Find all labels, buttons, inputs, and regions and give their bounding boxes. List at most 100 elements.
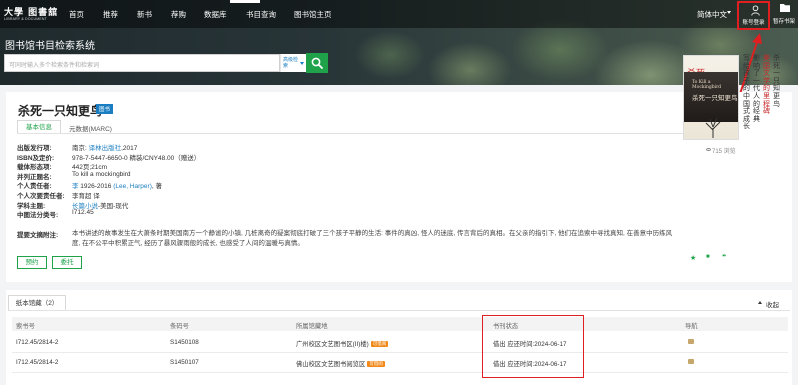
advanced-search-label: 高级检索 [283,57,299,69]
field-label: ISBN及定价: [17,154,55,162]
field-label: 个人责任者: [17,183,52,191]
book-title: 杀死一只知更鸟 [18,104,103,118]
field-value: 李育超 译 [72,190,100,200]
table-row[interactable]: I712.45/2814-2 S1450108 广州校区文艺图书区(II)楼) 可… [12,333,788,353]
field-row: 个人责任者: 李 1926-2016 (Lee, Harper), 著 [17,180,677,190]
top-nav-bar: 大學 图書舘 LIBRARY & DOCUMENT 首页 推荐 新书 荐购 数据… [0,0,798,30]
map-navigation-icon[interactable] [688,339,694,344]
col-location: 所属馆藏地 [296,323,328,330]
nav-library-home[interactable]: 图书馆主页 [294,9,332,20]
quote-icon[interactable]: ❝ [722,253,726,261]
search-icon [311,57,323,69]
chevron-up-icon [758,301,762,304]
field-label: 载体形态项: [17,164,52,172]
field-value: 978-7-5447-6650-0 精装/CNY48.00（赠送） [72,152,200,162]
reserve-button[interactable]: 预约 [17,256,47,269]
summary-text: 本书讲述的故事发生在大萧条时期美国南方一个静谧的小镇, 几桩离奇的疑案彻底打破了… [72,230,673,247]
holdings-table-header: 索书号 条码号 所属馆藏地 书刊状态 导航 [12,317,788,331]
library-logo-subtitle: LIBRARY & DOCUMENT [4,17,47,21]
login-button[interactable]: 账号登录 [737,1,770,30]
field-row: 个人次要责任者: 李育超 译 [17,190,677,200]
nav-home[interactable]: 首页 [69,9,84,20]
summary-label: 提要文摘附注: [17,232,59,239]
field-text: To kill a mockingbird [72,170,131,178]
holdings-card: 纸本馆藏（2） 收起 索书号 条码号 所属馆藏地 书刊状态 导航 I712.45… [6,290,792,385]
call-number: I712.45/2814-2 [16,339,59,346]
header-banner: 大學 图書舘 LIBRARY & DOCUMENT 首页 推荐 新书 荐购 数据… [0,0,798,85]
barcode: S1450107 [170,359,199,366]
cover-title-cn: 杀死一只知更鸟 [692,95,738,102]
field-value: 李 1926-2016 (Lee, Harper), 著 [72,180,162,190]
field-value: 南京: 译林出版社,2017 [72,142,137,152]
view-count: 715 浏览 [712,149,736,155]
temp-shelf-label[interactable]: 暂存书架 [773,17,795,25]
field-row: 出版发行项: 南京: 译林出版社,2017 [17,142,677,152]
spine-line: 杀死一只知更鸟 [773,55,780,108]
book-fields: 出版发行项: 南京: 译林出版社,2017 ISBN及定价: 978-7-5447-6… [17,142,677,219]
location: 佛山校区文艺图书阅览区 [296,361,366,368]
location-cell: 佛山校区文艺图书阅览区 可借阅 [296,359,385,368]
field-value: 长篇小说-美国-现代 [72,200,128,210]
nav-active-indicator [230,0,260,3]
field-label: 学科主题: [17,202,46,210]
chevron-down-icon [727,11,731,14]
location: 广州校区文艺图书区(II)楼) [296,341,369,348]
field-row: 中图法分类号: I712.45 [17,209,677,219]
star-icon[interactable]: ★ [690,254,696,262]
field-row: 并列正题名: To kill a mockingbird [17,171,677,181]
field-row: 载体形态项: 442页;21cm [17,161,677,171]
holdings-divider [8,310,790,311]
field-label: 个人次要责任者: [17,192,65,200]
col-call-number: 索书号 [16,323,35,330]
spine-line: 写给孩子的中国式成长 [743,55,750,131]
search-placeholder: 可同时输入多个检索条件和检索词 [9,63,100,69]
tab-print-holdings[interactable]: 纸本馆藏（2） [8,295,66,311]
field-row: 学科主题: 长篇小说-美国-现代 [17,200,677,210]
lendable-badge: 可借阅 [370,341,389,347]
field-value: I712.45 [72,209,94,216]
tree-illustration-icon [705,117,721,138]
search-input[interactable]: 可同时输入多个检索条件和检索词 [4,54,280,72]
user-icon [751,5,760,16]
system-title: 图书馆书目检索系统 [5,41,95,52]
type-badge: 图书 [96,104,114,114]
summary-field: 提要文摘附注: 本书讲述的故事发生在大萧条时期美国南方一个静谧的小镇, 几桩离奇… [17,229,677,249]
language-select[interactable]: 简体中文 [697,9,727,20]
nav-databases[interactable]: 数据库 [204,9,227,20]
map-navigation-icon[interactable] [688,359,694,364]
field-value: 442页;21cm [72,161,107,171]
col-barcode: 条码号 [170,323,189,330]
tab-divider [17,133,685,134]
barcode: S1450108 [170,339,199,346]
location-cell: 广州校区文艺图书区(II)楼) 可借阅 [296,339,389,348]
nav-purchase-request[interactable]: 荐购 [171,9,186,20]
nav-recommend[interactable]: 推荐 [103,9,118,20]
call-number: I712.45/2814-2 [16,359,59,366]
search-button[interactable] [306,53,328,73]
spine-line: 美国文学的里程碑 [763,55,770,116]
field-row: ISBN及定价: 978-7-5447-6650-0 精装/CNY48.00（赠送… [17,152,677,162]
tab-marc[interactable]: 元数据(MARC) [69,123,112,133]
eye-icon [706,148,711,151]
tab-basic-info[interactable]: 基本信息 [17,120,61,134]
entrust-button[interactable]: 委托 [52,256,82,269]
login-label: 账号登录 [742,20,765,26]
status-highlight-box [482,315,584,378]
spine-line: 影响了一代人的经典 [753,55,760,123]
table-row[interactable]: I712.45/2814-2 S1450107 佛山校区文艺图书阅览区 可借阅 借… [12,353,788,373]
nav-new-books[interactable]: 新书 [137,9,152,20]
nav-catalog-search[interactable]: 书目查询 [246,9,276,20]
folder-icon[interactable]: ■ [706,254,710,260]
advanced-search-toggle[interactable]: 高级检索 [280,54,306,72]
lendable-badge: 可借阅 [367,361,385,367]
col-navigation: 导航 [685,323,698,330]
book-cover-image: 杀死 To Kill a Mockingbird 杀死一只知更鸟 [683,55,739,140]
book-detail-card: 杀死一只知更鸟 图书 基本信息 元数据(MARC) 出版发行项: 南京: 译林出版… [6,92,792,282]
field-label: 出版发行项: [17,145,52,152]
chevron-down-icon [300,62,304,65]
folder-icon[interactable] [780,3,790,12]
collapse-button[interactable]: 收起 [766,299,779,309]
field-text: I712.45 [72,209,94,217]
field-label: 并列正题名: [17,173,52,181]
field-label: 中图法分类号: [17,212,59,220]
